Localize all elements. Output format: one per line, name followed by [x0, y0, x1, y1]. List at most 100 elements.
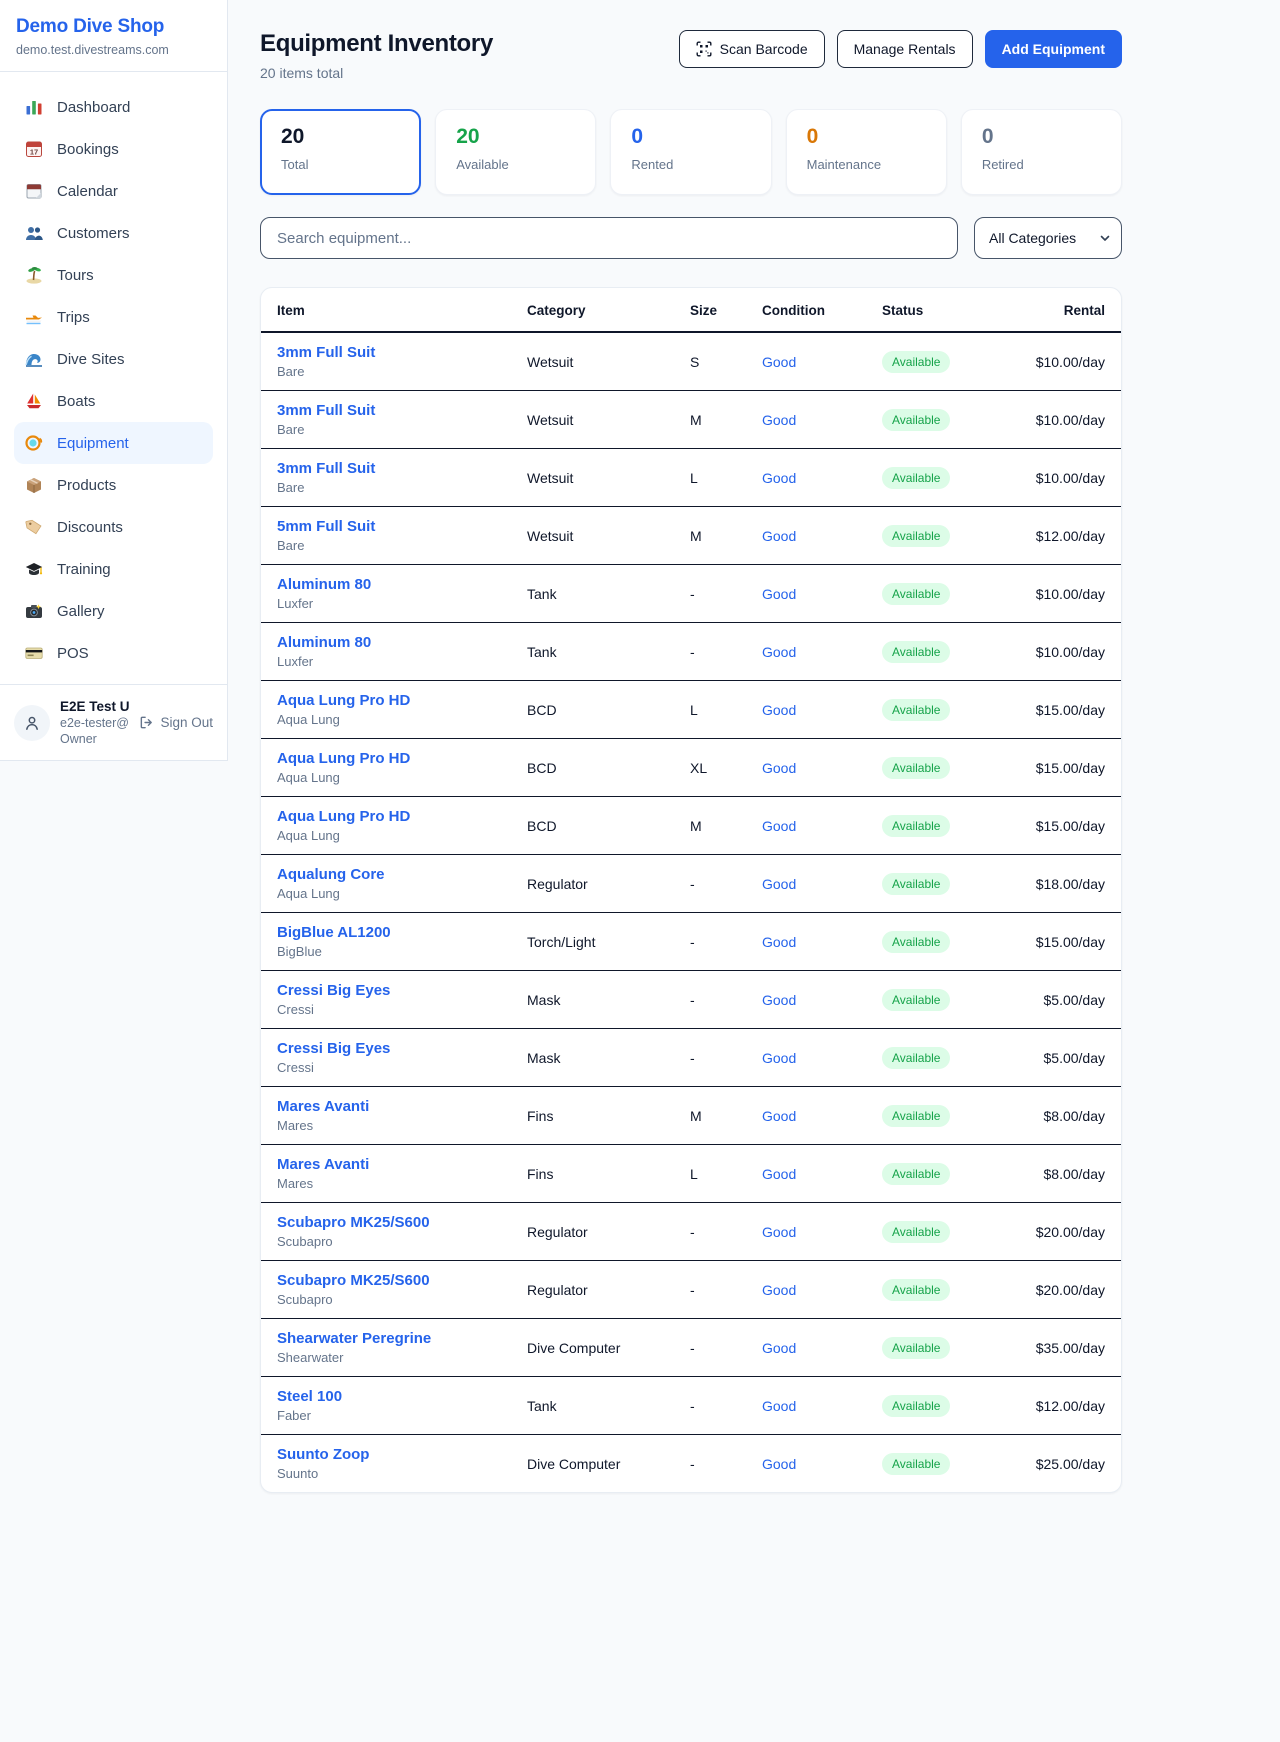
item-name-link[interactable]: Mares Avanti: [277, 1098, 495, 1115]
sidebar-item-pos[interactable]: POS: [14, 632, 213, 674]
condition-link[interactable]: Good: [762, 1050, 796, 1066]
condition-cell: Good: [746, 507, 866, 565]
item-name-link[interactable]: BigBlue AL1200: [277, 924, 495, 941]
equipment-row[interactable]: Aluminum 80 Luxfer Tank - Good Available…: [261, 623, 1121, 681]
search-input[interactable]: [260, 217, 958, 259]
stat-card-total[interactable]: 20 Total: [260, 109, 421, 195]
condition-link[interactable]: Good: [762, 1108, 796, 1124]
item-cell: Aqua Lung Pro HD Aqua Lung: [261, 681, 511, 739]
user-name: E2E Test U...: [60, 699, 129, 714]
item-name-link[interactable]: Aqualung Core: [277, 866, 495, 883]
item-name-link[interactable]: Suunto Zoop: [277, 1446, 495, 1463]
equipment-row[interactable]: Steel 100 Faber Tank - Good Available $1…: [261, 1377, 1121, 1435]
sidebar-item-trips[interactable]: Trips: [14, 296, 213, 338]
sidebar-item-discounts[interactable]: Discounts: [14, 506, 213, 548]
graduation-cap-icon: [24, 559, 44, 579]
equipment-row[interactable]: Scubapro MK25/S600 Scubapro Regulator - …: [261, 1261, 1121, 1319]
item-name-link[interactable]: Cressi Big Eyes: [277, 982, 495, 999]
item-name-link[interactable]: 3mm Full Suit: [277, 402, 495, 419]
item-name-link[interactable]: 3mm Full Suit: [277, 460, 495, 477]
condition-link[interactable]: Good: [762, 1456, 796, 1472]
item-name-link[interactable]: Aluminum 80: [277, 634, 495, 651]
sidebar-item-gallery[interactable]: Gallery: [14, 590, 213, 632]
sidebar-item-tours[interactable]: Tours: [14, 254, 213, 296]
equipment-row[interactable]: Scubapro MK25/S600 Scubapro Regulator - …: [261, 1203, 1121, 1261]
item-name-link[interactable]: 3mm Full Suit: [277, 344, 495, 361]
item-name-link[interactable]: Scubapro MK25/S600: [277, 1214, 495, 1231]
equipment-row[interactable]: 3mm Full Suit Bare Wetsuit S Good Availa…: [261, 332, 1121, 391]
condition-link[interactable]: Good: [762, 1166, 796, 1182]
equipment-row[interactable]: BigBlue AL1200 BigBlue Torch/Light - Goo…: [261, 913, 1121, 971]
condition-link[interactable]: Good: [762, 876, 796, 892]
condition-link[interactable]: Good: [762, 992, 796, 1008]
item-name-link[interactable]: Cressi Big Eyes: [277, 1040, 495, 1057]
add-equipment-button[interactable]: Add Equipment: [985, 30, 1122, 68]
equipment-row[interactable]: 5mm Full Suit Bare Wetsuit M Good Availa…: [261, 507, 1121, 565]
item-name-link[interactable]: Aluminum 80: [277, 576, 495, 593]
equipment-row[interactable]: Suunto Zoop Suunto Dive Computer - Good …: [261, 1435, 1121, 1493]
condition-link[interactable]: Good: [762, 586, 796, 602]
category-select[interactable]: All Categories: [974, 217, 1122, 259]
condition-link[interactable]: Good: [762, 702, 796, 718]
equipment-row[interactable]: Shearwater Peregrine Shearwater Dive Com…: [261, 1319, 1121, 1377]
sidebar-user-block: E2E Test U... e2e-tester@... Owner Sign …: [0, 684, 227, 760]
manage-rentals-button[interactable]: Manage Rentals: [837, 30, 973, 68]
item-name-link[interactable]: Aqua Lung Pro HD: [277, 692, 495, 709]
item-name-link[interactable]: Scubapro MK25/S600: [277, 1272, 495, 1289]
item-name-link[interactable]: Aqua Lung Pro HD: [277, 808, 495, 825]
condition-link[interactable]: Good: [762, 1282, 796, 1298]
equipment-row[interactable]: Aqualung Core Aqua Lung Regulator - Good…: [261, 855, 1121, 913]
sidebar-item-dive-sites[interactable]: Dive Sites: [14, 338, 213, 380]
condition-link[interactable]: Good: [762, 760, 796, 776]
item-name-link[interactable]: Aqua Lung Pro HD: [277, 750, 495, 767]
item-name-link[interactable]: Mares Avanti: [277, 1156, 495, 1173]
condition-link[interactable]: Good: [762, 354, 796, 370]
condition-link[interactable]: Good: [762, 528, 796, 544]
stat-card-rented[interactable]: 0 Rented: [610, 109, 771, 195]
condition-link[interactable]: Good: [762, 1224, 796, 1240]
item-brand: Mares: [277, 1118, 495, 1133]
stat-card-retired[interactable]: 0 Retired: [961, 109, 1122, 195]
sidebar-item-equipment[interactable]: Equipment: [14, 422, 213, 464]
sidebar-item-products[interactable]: Products: [14, 464, 213, 506]
equipment-row[interactable]: 3mm Full Suit Bare Wetsuit L Good Availa…: [261, 449, 1121, 507]
condition-link[interactable]: Good: [762, 1398, 796, 1414]
item-name-link[interactable]: Steel 100: [277, 1388, 495, 1405]
scan-barcode-button[interactable]: Scan Barcode: [679, 30, 825, 68]
condition-link[interactable]: Good: [762, 644, 796, 660]
stat-card-available[interactable]: 20 Available: [435, 109, 596, 195]
sidebar-item-dashboard[interactable]: Dashboard: [14, 86, 213, 128]
condition-link[interactable]: Good: [762, 412, 796, 428]
camera-icon: [24, 601, 44, 621]
equipment-row[interactable]: Mares Avanti Mares Fins M Good Available…: [261, 1087, 1121, 1145]
equipment-row[interactable]: Mares Avanti Mares Fins L Good Available…: [261, 1145, 1121, 1203]
status-cell: Available: [866, 1203, 1018, 1261]
condition-link[interactable]: Good: [762, 470, 796, 486]
sidebar-item-label: Calendar: [57, 183, 118, 200]
equipment-row[interactable]: Aluminum 80 Luxfer Tank - Good Available…: [261, 565, 1121, 623]
condition-link[interactable]: Good: [762, 934, 796, 950]
stat-card-maintenance[interactable]: 0 Maintenance: [786, 109, 947, 195]
item-brand: Mares: [277, 1176, 495, 1191]
status-cell: Available: [866, 739, 1018, 797]
equipment-row[interactable]: Aqua Lung Pro HD Aqua Lung BCD M Good Av…: [261, 797, 1121, 855]
equipment-row[interactable]: Aqua Lung Pro HD Aqua Lung BCD L Good Av…: [261, 681, 1121, 739]
sidebar-item-calendar[interactable]: Calendar: [14, 170, 213, 212]
condition-link[interactable]: Good: [762, 1340, 796, 1356]
sidebar-item-bookings[interactable]: 17 Bookings: [14, 128, 213, 170]
sidebar-item-label: Gallery: [57, 603, 105, 620]
item-name-link[interactable]: 5mm Full Suit: [277, 518, 495, 535]
equipment-row[interactable]: Cressi Big Eyes Cressi Mask - Good Avail…: [261, 1029, 1121, 1087]
equipment-row[interactable]: Aqua Lung Pro HD Aqua Lung BCD XL Good A…: [261, 739, 1121, 797]
equipment-row[interactable]: 3mm Full Suit Bare Wetsuit M Good Availa…: [261, 391, 1121, 449]
sign-out-button[interactable]: Sign Out: [139, 715, 213, 730]
equipment-row[interactable]: Cressi Big Eyes Cressi Mask - Good Avail…: [261, 971, 1121, 1029]
item-brand: Aqua Lung: [277, 770, 495, 785]
sidebar-item-customers[interactable]: Customers: [14, 212, 213, 254]
sidebar-item-training[interactable]: Training: [14, 548, 213, 590]
sidebar-item-boats[interactable]: Boats: [14, 380, 213, 422]
column-header-condition: Condition: [746, 288, 866, 332]
condition-link[interactable]: Good: [762, 818, 796, 834]
category-cell: Tank: [511, 1377, 674, 1435]
item-name-link[interactable]: Shearwater Peregrine: [277, 1330, 495, 1347]
